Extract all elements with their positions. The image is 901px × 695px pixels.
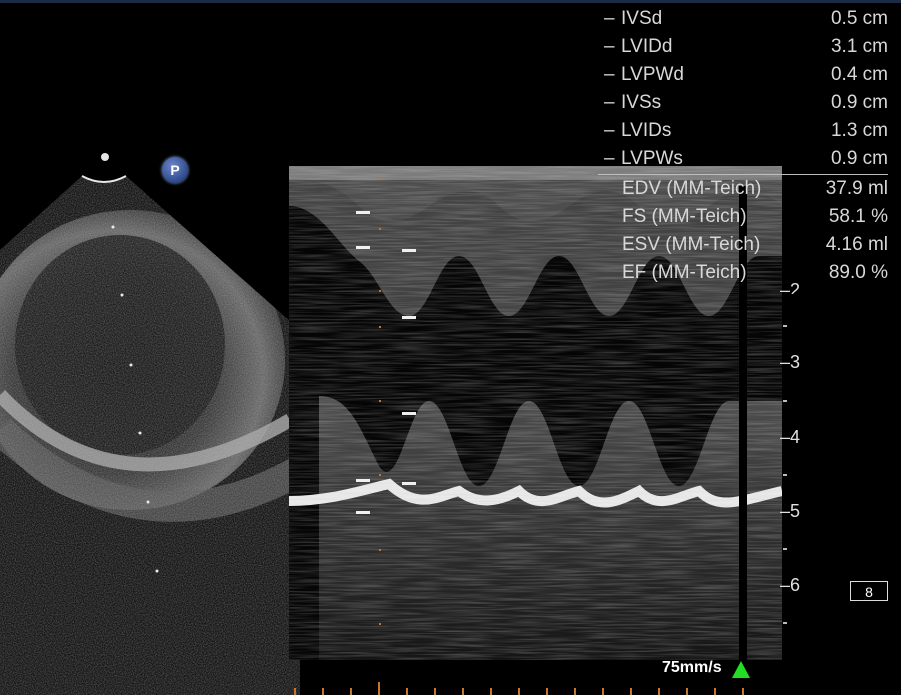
measurement-dash: – <box>604 92 615 113</box>
measurement-label: LVPWs <box>621 148 683 169</box>
measurement-label: LVIDd <box>621 36 673 57</box>
measurement-label: IVSs <box>621 92 662 113</box>
time-axis <box>294 682 744 695</box>
calc-label: EF (MM-Teich) <box>622 262 747 283</box>
depth-tick-label: –3 <box>780 352 801 372</box>
zone-indicator: 8 <box>850 581 888 601</box>
calc-row-fs: FS (MM-Teich) 58.1 % <box>598 206 894 234</box>
measurement-label: LVPWd <box>621 64 685 85</box>
depth-tick-label: –4 <box>780 427 801 447</box>
depth-minor-tick <box>783 548 787 550</box>
measurement-row-ivss: – IVSs 0.9 cm <box>598 92 894 120</box>
depth-minor-tick <box>783 474 787 476</box>
measurement-label: LVIDs <box>621 120 672 141</box>
2d-sector-image <box>0 175 300 695</box>
measurement-dash: – <box>604 64 615 85</box>
measurement-dash: – <box>604 148 615 169</box>
measurement-row-ivsd: – IVSd 0.5 cm <box>598 8 894 36</box>
depth-tick-label: –6 <box>780 575 801 595</box>
calc-row-esv: ESV (MM-Teich) 4.16 ml <box>598 234 894 262</box>
sweep-position-marker-icon[interactable] <box>731 660 751 680</box>
depth-scale: –3 –4 –5 –6 <box>780 0 840 660</box>
depth-tick-label-partial: –2 <box>780 280 801 294</box>
measurement-panel: – IVSd 0.5 cm – LVIDd 3.1 cm – LVPWd 0.4… <box>598 8 894 176</box>
measurement-dash: – <box>604 8 615 29</box>
calc-row-ef: EF (MM-Teich) 89.0 % <box>598 262 894 290</box>
probe-marker-icon: P <box>162 157 188 183</box>
calc-label: FS (MM-Teich) <box>622 206 747 227</box>
sweep-speed-label: 75mm/s <box>662 659 722 676</box>
measurement-row-lvpwd: – LVPWd 0.4 cm <box>598 64 894 92</box>
measurement-row-lvids: – LVIDs 1.3 cm <box>598 120 894 148</box>
calc-label: EDV (MM-Teich) <box>622 178 762 199</box>
sector-orientation-dot <box>101 153 109 161</box>
calc-row-edv: EDV (MM-Teich) 37.9 ml <box>598 178 894 206</box>
measurement-divider <box>598 174 888 175</box>
calculation-panel: EDV (MM-Teich) 37.9 ml FS (MM-Teich) 58.… <box>598 178 894 290</box>
measurement-label: IVSd <box>621 8 663 29</box>
depth-minor-tick <box>783 400 787 402</box>
depth-tick-label: –5 <box>780 501 801 521</box>
calc-label: ESV (MM-Teich) <box>622 234 761 255</box>
depth-minor-tick <box>783 325 787 327</box>
measurement-dash: – <box>604 36 615 57</box>
measurement-row-lvpws: – LVPWs 0.9 cm <box>598 148 894 176</box>
measurement-dash: – <box>604 120 615 141</box>
measurement-row-lvidd: – LVIDd 3.1 cm <box>598 36 894 64</box>
depth-minor-tick <box>783 622 787 624</box>
